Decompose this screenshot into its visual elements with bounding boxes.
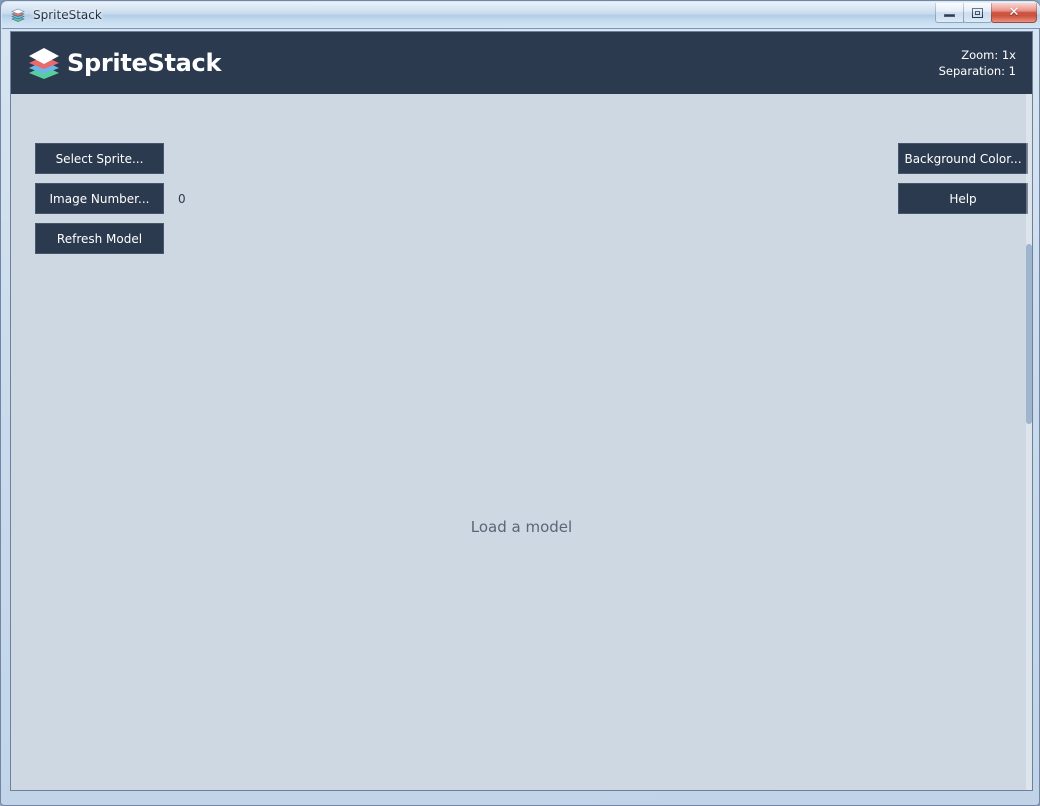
viewport-empty-message: Load a model — [470, 518, 573, 536]
refresh-model-button[interactable]: Refresh Model — [35, 223, 164, 254]
image-number-button[interactable]: Image Number... — [35, 183, 164, 214]
scrollbar-thumb[interactable] — [1026, 244, 1032, 424]
close-button[interactable]: ✕ — [991, 3, 1037, 23]
maximize-button[interactable] — [963, 3, 992, 23]
stacked-layers-icon — [27, 47, 61, 79]
app-header-bar: SpriteStack Zoom: 1x Separation: 1 — [11, 32, 1032, 94]
window-title-bar[interactable]: SpriteStack ✕ — [2, 2, 1040, 29]
zoom-status-text: Zoom: 1x — [961, 48, 1016, 62]
minimize-icon — [944, 14, 955, 17]
minimize-button[interactable] — [935, 3, 964, 23]
desktop-backdrop: SpriteStack ✕ SpriteStack Zoom: 1x Separ… — [0, 0, 1040, 806]
window-controls: ✕ — [935, 3, 1037, 25]
model-viewport[interactable]: Load a model — [11, 264, 1032, 790]
separation-status-text: Separation: 1 — [938, 64, 1016, 78]
help-button[interactable]: Help — [898, 183, 1028, 214]
close-icon: ✕ — [1008, 5, 1020, 20]
app-brand: SpriteStack — [27, 47, 221, 79]
window-titlebar-app-icon — [10, 7, 26, 23]
maximize-icon — [972, 7, 983, 18]
window-title-text: SpriteStack — [33, 8, 102, 22]
image-number-value: 0 — [178, 192, 186, 206]
application-client-area: SpriteStack Zoom: 1x Separation: 1 Selec… — [10, 31, 1033, 791]
select-sprite-button[interactable]: Select Sprite... — [35, 143, 164, 174]
app-brand-name: SpriteStack — [67, 49, 222, 77]
application-window: SpriteStack ✕ SpriteStack Zoom: 1x Separ… — [0, 0, 1040, 806]
header-status-readout: Zoom: 1x Separation: 1 — [939, 47, 1016, 79]
vertical-scrollbar[interactable] — [1026, 94, 1032, 790]
background-color-button[interactable]: Background Color... — [898, 143, 1028, 174]
